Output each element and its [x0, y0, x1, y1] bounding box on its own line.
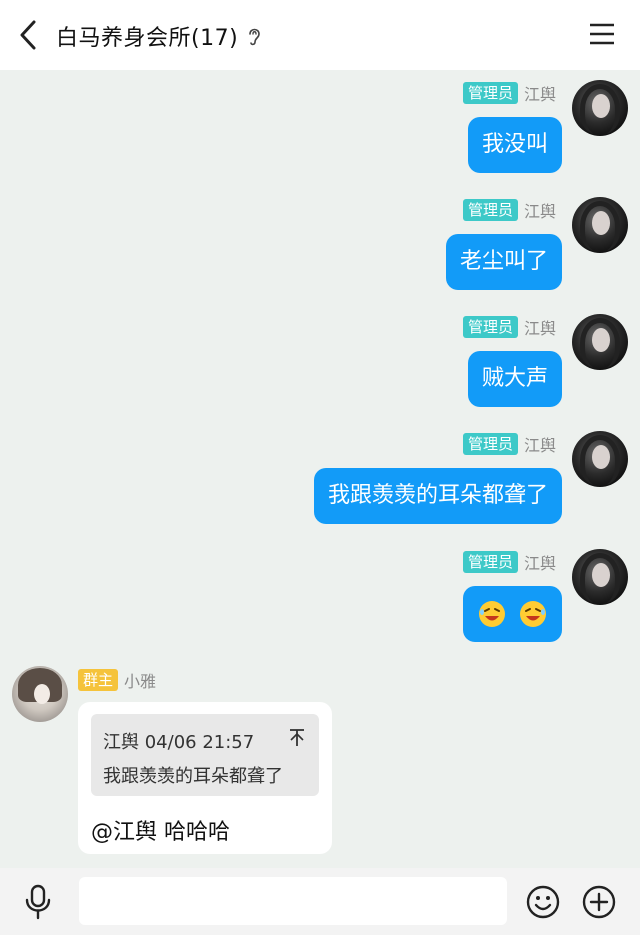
reply-text: @江舆 哈哈哈 — [91, 820, 230, 845]
laughing-face-icon — [479, 601, 505, 627]
avatar[interactable] — [572, 549, 628, 605]
sender-row: 管理员 江舆 — [462, 315, 556, 339]
sender-name: 江舆 — [523, 202, 556, 221]
avatar[interactable] — [12, 666, 68, 722]
admin-badge: 管理员 — [462, 199, 518, 221]
message-input[interactable] — [79, 877, 507, 925]
quote-text: 我跟羡羡的耳朵都聋了 — [103, 766, 283, 787]
avatar[interactable] — [572, 197, 628, 253]
hamburger-menu-icon[interactable] — [588, 22, 616, 46]
admin-badge: 管理员 — [462, 316, 518, 338]
microphone-icon[interactable] — [22, 884, 54, 920]
chat-title: 白马养身会所(17) — [56, 26, 239, 51]
sender-name: 江舆 — [523, 436, 556, 455]
admin-badge: 管理员 — [462, 551, 518, 573]
chat-screen: 白马养身会所(17) 管理员 江舆 我没叫 管理员 江舆 老尘叫了 管理员 江舆… — [0, 0, 640, 935]
emoji-bubble[interactable] — [463, 586, 562, 642]
sender-name: 江舆 — [523, 85, 556, 104]
sender-row: 管理员 江舆 — [462, 198, 556, 222]
avatar[interactable] — [572, 314, 628, 370]
sender-row: 管理员 江舆 — [462, 550, 556, 574]
sender-name: 江舆 — [523, 319, 556, 338]
quoted-message[interactable]: 江舆 04/06 21:57 我跟羡羡的耳朵都聋了 — [91, 714, 319, 796]
plus-icon[interactable] — [582, 885, 616, 919]
admin-badge: 管理员 — [462, 82, 518, 104]
top-bar: 白马养身会所(17) — [0, 0, 640, 70]
admin-badge: 管理员 — [462, 433, 518, 455]
laughing-face-icon — [520, 601, 546, 627]
quote-header: 江舆 04/06 21:57 — [103, 732, 255, 753]
avatar[interactable] — [572, 431, 628, 487]
sender-row: 管理员 江舆 — [462, 432, 556, 456]
message-bubble[interactable]: 老尘叫了 — [445, 234, 562, 290]
avatar[interactable] — [572, 80, 628, 136]
emoji-icon[interactable] — [526, 885, 560, 919]
message-bubble[interactable]: 贼大声 — [467, 351, 562, 407]
owner-badge: 群主 — [78, 669, 119, 691]
sender-row: 群主 小雅 — [78, 668, 156, 692]
sender-row: 管理员 江舆 — [462, 81, 556, 105]
sender-name: 江舆 — [523, 554, 556, 573]
ear-icon — [249, 28, 260, 46]
chat-title-group[interactable]: 白马养身会所(17) — [56, 20, 262, 52]
input-bar — [0, 868, 640, 935]
back-icon[interactable] — [14, 18, 42, 52]
reply-bubble[interactable]: 江舆 04/06 21:57 我跟羡羡的耳朵都聋了 @江舆 哈哈哈 — [78, 702, 332, 854]
message-bubble[interactable]: 我没叫 — [467, 117, 562, 173]
jump-to-quote-icon[interactable] — [287, 726, 307, 748]
message-bubble[interactable]: 我跟羡羡的耳朵都聋了 — [313, 468, 562, 524]
sender-name: 小雅 — [124, 672, 157, 691]
